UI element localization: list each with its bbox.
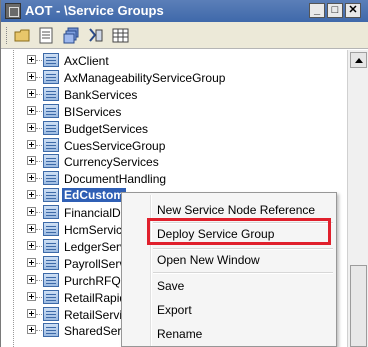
menu-item-save[interactable]: Save bbox=[157, 279, 184, 293]
tree-item-label: CuesServiceGroup bbox=[64, 138, 166, 153]
context-menu: New Service Node Reference Deploy Servic… bbox=[121, 192, 337, 347]
tree-connector bbox=[36, 76, 42, 78]
expand-icon[interactable] bbox=[27, 240, 36, 250]
tree-connector bbox=[36, 144, 42, 146]
service-group-icon bbox=[43, 289, 59, 304]
menu-item-open-new-window[interactable]: Open New Window bbox=[157, 253, 260, 267]
menu-separator bbox=[153, 272, 333, 274]
menu-separator bbox=[153, 248, 333, 250]
tree-connector bbox=[36, 330, 42, 332]
expand-icon[interactable] bbox=[27, 190, 36, 200]
service-group-icon bbox=[43, 137, 59, 152]
tree-item-label: BudgetServices bbox=[64, 121, 149, 136]
expand-icon[interactable] bbox=[27, 257, 36, 267]
layers-icon[interactable] bbox=[63, 27, 80, 44]
expand-icon[interactable] bbox=[27, 308, 36, 318]
tree-item[interactable]: AxClient bbox=[1, 52, 347, 69]
window-icon[interactable] bbox=[5, 3, 21, 19]
toolbar-grip[interactable] bbox=[6, 27, 10, 44]
tree-connector bbox=[36, 127, 42, 129]
expand-icon[interactable] bbox=[27, 274, 36, 284]
tree-item[interactable]: CurrencyServices bbox=[1, 153, 347, 170]
expand-icon[interactable] bbox=[27, 55, 36, 64]
tree-connector bbox=[36, 279, 42, 281]
tree-connector bbox=[36, 245, 42, 247]
expand-icon[interactable] bbox=[27, 156, 36, 166]
service-group-icon bbox=[43, 306, 59, 321]
deploy-highlight-annotation bbox=[147, 218, 331, 245]
compile-icon[interactable] bbox=[87, 27, 104, 44]
expand-icon[interactable] bbox=[27, 325, 36, 335]
tree-connector bbox=[36, 313, 42, 315]
service-group-icon bbox=[43, 171, 59, 186]
grid-icon[interactable] bbox=[112, 27, 129, 44]
service-group-icon bbox=[43, 86, 59, 101]
expand-icon[interactable] bbox=[27, 291, 36, 301]
tree-connector bbox=[36, 110, 42, 112]
tree-item-label: CurrencyServices bbox=[64, 155, 159, 170]
toolbar bbox=[1, 22, 368, 49]
tree-item[interactable]: BIServices bbox=[1, 103, 347, 120]
vertical-scrollbar[interactable] bbox=[347, 50, 368, 347]
service-group-icon bbox=[43, 222, 59, 236]
service-group-icon bbox=[43, 238, 59, 253]
service-group-icon bbox=[43, 272, 59, 287]
tree-item-label: DocumentHandling bbox=[64, 172, 167, 187]
service-group-icon bbox=[43, 205, 59, 220]
service-group-icon bbox=[43, 103, 59, 118]
expand-icon[interactable] bbox=[27, 139, 36, 149]
tree-connector bbox=[36, 262, 42, 264]
tree-connector bbox=[36, 93, 42, 95]
service-group-icon bbox=[43, 53, 59, 67]
service-group-icon bbox=[43, 188, 59, 203]
tree-item[interactable]: AxManageabilityServiceGroup bbox=[1, 69, 347, 86]
tree-connector bbox=[36, 296, 42, 298]
expand-icon[interactable] bbox=[27, 224, 36, 233]
scroll-up-button[interactable] bbox=[350, 52, 367, 68]
scroll-thumb[interactable] bbox=[350, 265, 367, 347]
window-title: AOT - \Service Groups bbox=[25, 3, 164, 18]
service-group-icon bbox=[43, 120, 59, 135]
tree-connector bbox=[36, 229, 42, 230]
open-icon[interactable] bbox=[14, 27, 31, 44]
tree-item-label: LedgerServi bbox=[64, 239, 129, 254]
expand-icon[interactable] bbox=[27, 122, 36, 132]
tree-connector bbox=[36, 178, 42, 180]
tree-item-label: EdCustom bbox=[62, 188, 126, 203]
maximize-button[interactable]: □ bbox=[327, 3, 343, 18]
tree-connector bbox=[36, 161, 42, 163]
close-button[interactable]: ✕ bbox=[345, 3, 361, 18]
tree-item-label: AxClient bbox=[64, 54, 109, 68]
tree-connector bbox=[36, 60, 42, 61]
tree-item[interactable]: CuesServiceGroup bbox=[1, 137, 347, 154]
aot-window: AOT - \Service Groups _ □ ✕ AxClient AxMa… bbox=[0, 0, 368, 347]
tree-item-label: BIServices bbox=[64, 104, 122, 119]
tree-item[interactable]: BankServices bbox=[1, 86, 347, 103]
service-group-icon bbox=[43, 255, 59, 270]
service-group-icon bbox=[43, 323, 59, 338]
tree-item[interactable]: DocumentHandling bbox=[1, 170, 347, 187]
tree-connector bbox=[36, 195, 42, 197]
minimize-button[interactable]: _ bbox=[309, 3, 325, 18]
expand-icon[interactable] bbox=[27, 71, 36, 81]
expand-icon[interactable] bbox=[27, 88, 36, 98]
service-group-icon bbox=[43, 69, 59, 84]
expand-icon[interactable] bbox=[27, 207, 36, 217]
tree-item[interactable]: BudgetServices bbox=[1, 120, 347, 137]
menu-item-new-service-node-reference[interactable]: New Service Node Reference bbox=[157, 203, 315, 217]
menu-item-export[interactable]: Export bbox=[157, 303, 192, 317]
menu-item-rename[interactable]: Rename bbox=[157, 327, 202, 341]
tree-item-label: AxManageabilityServiceGroup bbox=[64, 70, 226, 85]
title-bar[interactable]: AOT - \Service Groups _ □ ✕ bbox=[1, 0, 368, 22]
tree-connector bbox=[36, 212, 42, 214]
expand-icon[interactable] bbox=[27, 105, 36, 115]
expand-icon[interactable] bbox=[27, 173, 36, 183]
tree-item-label: PurchRFQ bbox=[64, 273, 121, 288]
tree-item-label: BankServices bbox=[64, 87, 138, 102]
properties-icon[interactable] bbox=[38, 27, 55, 44]
service-group-icon bbox=[43, 154, 59, 169]
